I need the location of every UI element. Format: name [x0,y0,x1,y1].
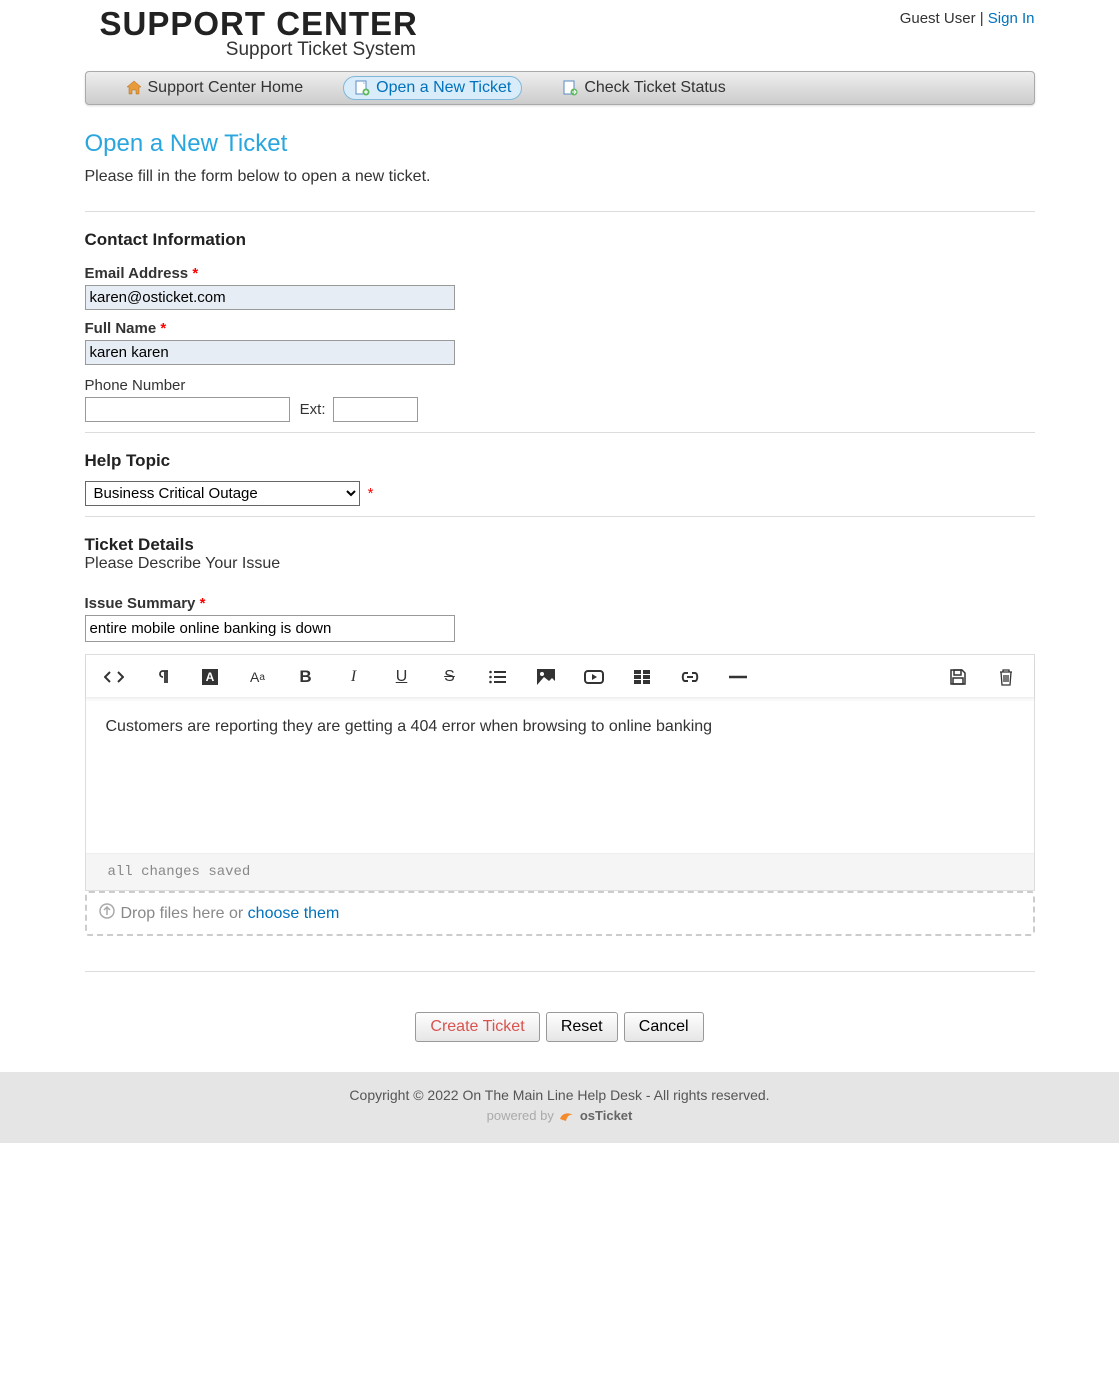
fullname-label: Full Name * [85,320,1035,337]
font-size-icon[interactable]: Aa [248,667,268,687]
topic-required: * [368,485,374,502]
bold-icon[interactable]: B [296,667,316,687]
nav-open-label: Open a New Ticket [376,79,511,97]
drop-text: Drop files here or choose them [121,905,340,923]
phone-field[interactable] [85,397,290,422]
video-icon[interactable] [584,667,604,687]
save-icon[interactable] [948,667,968,687]
page-title: Open a New Ticket [85,130,1035,158]
divider [85,516,1035,517]
page-description: Please fill in the form below to open a … [85,168,1035,186]
divider [85,432,1035,433]
link-icon[interactable] [680,667,700,687]
editor-status-bar: all changes saved [86,853,1034,890]
editor-content[interactable]: Customers are reporting they are getting… [86,698,1034,853]
editor-toolbar: A Aa B I U S [86,655,1034,698]
image-icon[interactable] [536,667,556,687]
rich-text-editor: A Aa B I U S Customers are reporting the… [85,654,1035,891]
code-view-icon[interactable] [104,667,124,687]
new-ticket-icon [354,80,370,96]
issue-summary-field[interactable] [85,615,455,642]
list-icon[interactable] [488,667,508,687]
divider [85,211,1035,212]
choose-files-link[interactable]: choose them [248,905,340,922]
summary-label: Issue Summary * [85,595,1035,612]
logo-title: SUPPORT CENTER [100,5,418,43]
phone-label: Phone Number [85,377,1035,394]
create-ticket-button[interactable]: Create Ticket [415,1012,539,1042]
osticket-logo-icon [558,1109,576,1123]
logo: SUPPORT CENTER Support Ticket System [85,5,418,61]
guest-label: Guest User [900,10,976,27]
powered-by: powered by osTicket [0,1108,1119,1123]
copyright-text: Copyright © 2022 On The Main Line Help D… [0,1087,1119,1103]
user-status: Guest User | Sign In [900,5,1035,27]
underline-icon[interactable]: U [392,667,412,687]
help-topic-select[interactable]: Business Critical Outage [85,481,360,506]
ext-label: Ext: [300,401,326,418]
file-dropzone[interactable]: Drop files here or choose them [85,891,1035,936]
upload-icon [99,903,115,924]
fullname-field[interactable] [85,340,455,365]
svg-text:A: A [205,670,214,684]
email-field[interactable] [85,285,455,310]
nav-home[interactable]: Support Center Home [116,77,314,99]
font-color-icon[interactable]: A [200,667,220,687]
nav-open-ticket[interactable]: Open a New Ticket [343,76,522,100]
ticket-details-desc: Please Describe Your Issue [85,555,1035,573]
paragraph-icon[interactable] [152,667,172,687]
nav-check-status[interactable]: Check Ticket Status [552,77,735,99]
footer: Copyright © 2022 On The Main Line Help D… [0,1072,1119,1143]
nav-status-label: Check Ticket Status [584,79,725,97]
cancel-button[interactable]: Cancel [624,1012,704,1042]
status-icon [562,80,578,96]
italic-icon[interactable]: I [344,667,364,687]
home-icon [126,80,142,96]
strikethrough-icon[interactable]: S [440,667,460,687]
contact-section-title: Contact Information [85,230,1035,250]
email-label: Email Address * [85,265,1035,282]
ticket-details-title: Ticket Details [85,535,1035,555]
signin-link[interactable]: Sign In [988,10,1035,27]
help-topic-title: Help Topic [85,451,1035,471]
separator: | [976,10,988,27]
ext-field[interactable] [333,397,418,422]
horizontal-rule-icon[interactable] [728,667,748,687]
divider [85,971,1035,972]
main-nav: Support Center Home Open a New Ticket Ch… [85,71,1035,105]
table-icon[interactable] [632,667,652,687]
trash-icon[interactable] [996,667,1016,687]
nav-home-label: Support Center Home [148,79,304,97]
reset-button[interactable]: Reset [546,1012,618,1042]
